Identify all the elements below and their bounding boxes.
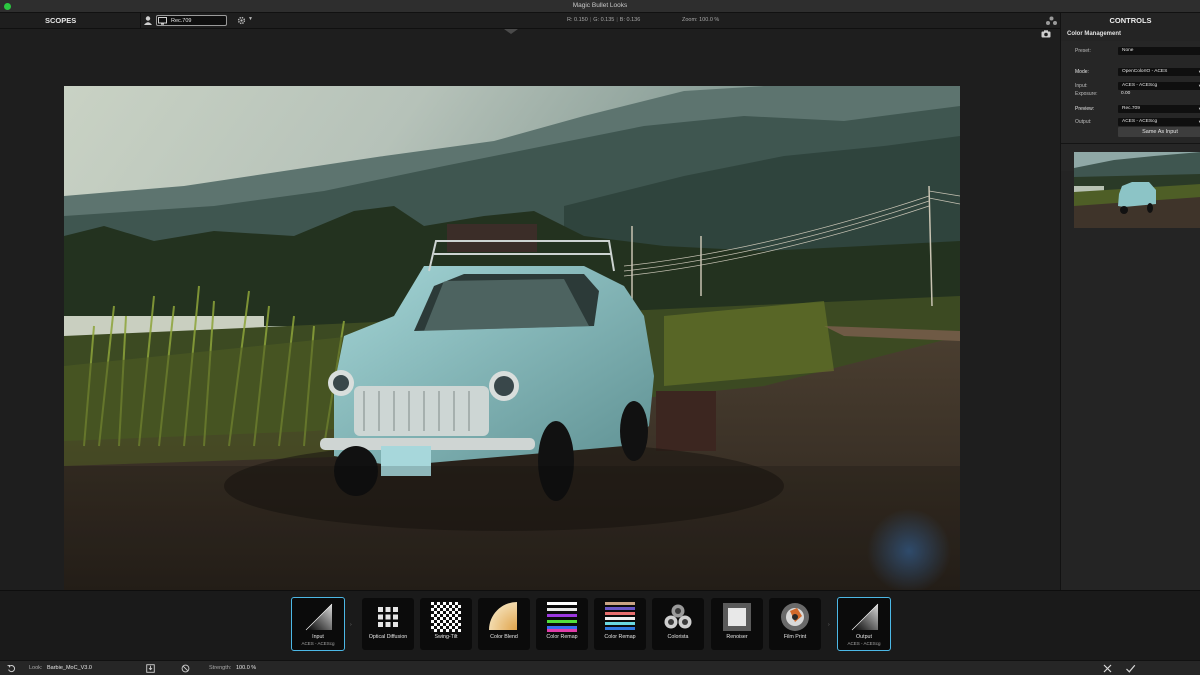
viewer-collapse-arrow-icon[interactable] [504,29,518,34]
output-gradient-icon [851,603,879,631]
look-name[interactable]: Barbie_MoC_V3.0 [47,665,92,671]
controls-panel: CONTROLS Color Management Preset: None M… [1060,13,1200,590]
bottom-bar: Look: Barbie_MoC_V3.0 Strength: 100.0 % [0,660,1200,675]
tool-output[interactable]: Output ACES - ACEScg [837,597,891,651]
tool-swing-tilt[interactable]: Swing-Tilt [420,598,472,650]
bypass-icon[interactable] [181,664,190,673]
look-label: Look: [29,665,43,671]
person-icon[interactable] [144,16,152,25]
strength-value[interactable]: 100.0 % [236,665,256,671]
chain-arrow-icon: › [350,622,352,628]
input-select[interactable]: ACES - ACEScg ▾ [1118,82,1200,90]
chevron-down-icon[interactable]: ▼ [248,16,253,22]
color-stripes-icon [547,602,577,632]
color-blend-icon [489,602,517,630]
film-reel-icon [781,603,809,631]
tool-color-blend[interactable]: Color Blend [478,598,530,650]
tools-palette-icon[interactable] [1045,16,1058,26]
tool-renoiser[interactable]: Renoiser [711,598,763,650]
tool-name: Color Remap [546,634,578,640]
colorspace-value: Rec.709 [171,17,192,24]
viewer-toolbar: SCOPES Rec.709 ▼ R: 0.150 | G: 0.135 | B: 0.… [0,13,1062,29]
exposure-label: Exposure: [1075,91,1098,97]
toolbar-divider [140,13,141,29]
preview-select[interactable]: Rec.709 ▾ [1118,105,1200,113]
colorista-wheels-icon [664,604,692,629]
input-label: Input: [1075,83,1088,89]
source-thumbnail [1074,152,1200,228]
input-value: ACES - ACEScg [1122,83,1158,89]
output-value: ACES - ACEScg [1122,119,1158,125]
same-as-input-button[interactable]: Same As Input [1118,127,1200,137]
tool-color-remap-1[interactable]: Color Remap [536,598,588,650]
preview-value: Rec.709 [1122,106,1140,112]
gear-icon[interactable] [237,16,246,25]
grid-dots-icon [378,607,398,627]
tool-name: Colorista [667,634,689,640]
look-chain: Input ACES - ACEScg › Optical Diffusion … [0,590,1200,660]
input-gradient-icon [305,603,333,631]
chain-arrow-icon: › [828,622,830,628]
window-title: Magic Bullet Looks [572,2,628,9]
output-select[interactable]: ACES - ACEScg ▾ [1118,118,1200,126]
close-icon[interactable] [1102,663,1113,674]
image-viewer[interactable] [0,29,1060,590]
checkerboard-icon [431,602,461,632]
renoiser-square-icon [723,603,751,631]
exposure-value[interactable]: 0.00 [1121,91,1130,96]
preset-value: None [1122,48,1134,54]
tool-subtitle: ACES - ACEScg [847,641,881,646]
tool-optical-diffusion[interactable]: Optical Diffusion [362,598,414,650]
tool-name: Color Remap [604,634,636,640]
readout-g: G: 0.135 [593,17,615,23]
mode-select[interactable]: OpenColorIO - ACES ▾ [1118,68,1200,76]
tool-color-remap-2[interactable]: Color Remap [594,598,646,650]
checkmark-icon[interactable] [1125,663,1136,674]
preview-image [64,86,960,590]
tool-film-print[interactable]: Film Print [769,598,821,650]
output-label: Output: [1075,119,1092,125]
tool-subtitle: ACES - ACEScg [301,641,335,646]
mode-value: OpenColorIO - ACES [1122,69,1168,75]
readout-b: B: 0.136 [619,17,641,23]
controls-title: CONTROLS [1109,16,1152,25]
pixel-readout: R: 0.150 | G: 0.135 | B: 0.136 [567,17,641,23]
tool-name: Optical Diffusion [368,634,408,640]
reset-icon[interactable] [7,664,16,673]
preset-field[interactable]: None [1118,47,1200,55]
zoom-readout: Zoom: 100.0 % [682,17,720,23]
tool-name: Output [856,634,872,640]
color-stripes-icon [605,602,635,630]
mode-label: Mode: [1075,69,1089,75]
tool-name: Input [312,634,324,640]
preview-label: Preview: [1075,106,1095,112]
tool-name: Swing-Tilt [434,634,458,640]
section-title: Color Management [1067,31,1122,37]
tool-colorista[interactable]: Colorista [652,598,704,650]
tool-name: Film Print [783,634,807,640]
preset-label: Preset: [1075,48,1091,54]
monitor-icon [158,17,167,25]
strength-label: Strength: [209,665,232,671]
tool-name: Renoiser [726,634,748,640]
camera-icon[interactable] [1041,30,1051,38]
window-titlebar: Magic Bullet Looks [0,0,1200,13]
scopes-label[interactable]: SCOPES [45,16,76,25]
tool-name: Color Blend [490,634,518,640]
save-icon[interactable] [146,664,155,673]
panel-divider [1061,143,1200,144]
readout-r: R: 0.150 [567,17,588,23]
tool-input[interactable]: Input ACES - ACEScg [291,597,345,651]
